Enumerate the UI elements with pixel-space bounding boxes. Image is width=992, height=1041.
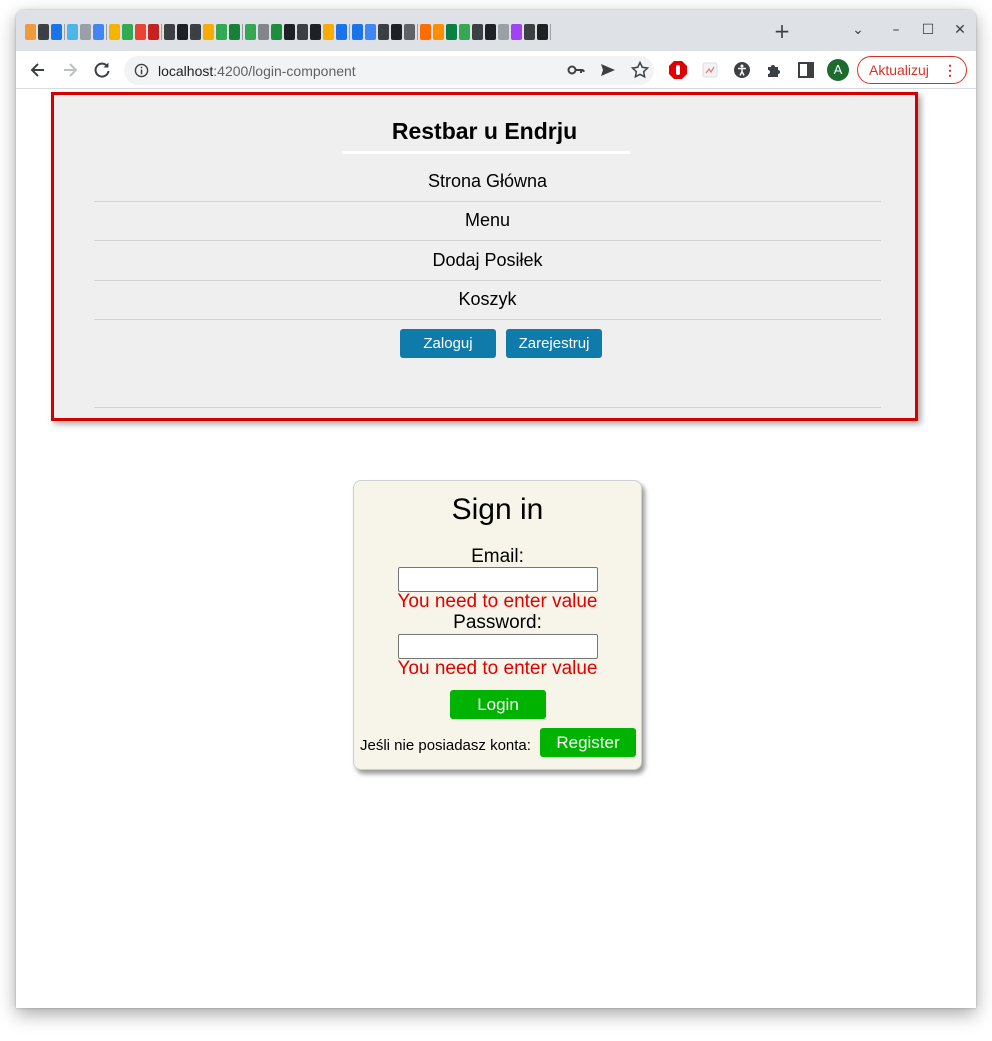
url-host: localhost: [158, 63, 214, 79]
bookmark-star-icon[interactable]: [630, 60, 650, 80]
tab-favicon[interactable]: [537, 24, 548, 40]
tab-favicon[interactable]: [190, 24, 201, 40]
adblock-extension-icon[interactable]: [668, 60, 688, 80]
tab-favicon[interactable]: [352, 24, 363, 40]
tab-favicon[interactable]: [38, 24, 49, 40]
nav-menu: Strona Główna Menu Dodaj Posiłek Koszyk: [94, 162, 881, 320]
tab-favicon[interactable]: [420, 24, 431, 40]
sign-in-title: Sign in: [451, 493, 544, 526]
tab-favicon[interactable]: [122, 24, 133, 40]
nav-item-home[interactable]: Strona Główna: [94, 162, 881, 202]
password-field[interactable]: [398, 634, 598, 659]
login-nav-button[interactable]: Zaloguj: [400, 329, 496, 358]
tab-favicon[interactable]: [80, 24, 91, 40]
tab-favicon[interactable]: [258, 24, 269, 40]
tab-favicon[interactable]: [446, 24, 457, 40]
email-field[interactable]: [398, 567, 598, 592]
tab-favicon[interactable]: [51, 24, 62, 40]
tab-favicon[interactable]: [67, 24, 78, 40]
tab-favicon[interactable]: [459, 24, 470, 40]
new-tab-button[interactable]: +: [772, 21, 792, 41]
back-arrow-icon[interactable]: [28, 60, 48, 80]
tab-favicon[interactable]: [378, 24, 389, 40]
more-menu-icon[interactable]: ⋮: [943, 57, 957, 83]
nav-item-add-meal[interactable]: Dodaj Posiłek: [94, 241, 881, 281]
tab-favicon[interactable]: [323, 24, 334, 40]
nav-item-cart[interactable]: Koszyk: [94, 281, 881, 320]
url-path: :4200/login-component: [213, 63, 356, 79]
site-brand[interactable]: Restbar u Endrju: [54, 118, 915, 145]
close-window-icon[interactable]: ✕: [950, 20, 970, 40]
tab-favicon[interactable]: [297, 24, 308, 40]
no-account-text: Jeśli nie posiadasz konta:: [360, 737, 531, 754]
site-navbar: Restbar u Endrju Strona Główna Menu Doda…: [51, 92, 918, 421]
info-icon[interactable]: [134, 63, 149, 78]
profile-avatar[interactable]: A: [827, 59, 849, 81]
tab-search-dropdown-icon[interactable]: ⌄: [848, 20, 868, 40]
nav-item-menu[interactable]: Menu: [94, 202, 881, 241]
tab-favicon[interactable]: [216, 24, 227, 40]
tab-favicon[interactable]: [109, 24, 120, 40]
url-text: localhost:4200/login-component: [158, 63, 356, 79]
tab-favicon[interactable]: [148, 24, 159, 40]
register-nav-button[interactable]: Zarejestruj: [506, 329, 602, 358]
nav-divider: [94, 407, 881, 408]
tab-favicon[interactable]: [284, 24, 295, 40]
extensions-puzzle-icon[interactable]: [764, 60, 784, 80]
pinned-tabs: [25, 22, 553, 42]
update-chrome-button[interactable]: Aktualizuj ⋮: [857, 56, 967, 84]
email-label: Email:: [471, 546, 524, 567]
page-content: Restbar u Endrju Strona Główna Menu Doda…: [16, 90, 976, 1008]
tab-favicon[interactable]: [25, 24, 36, 40]
tab-favicon[interactable]: [472, 24, 483, 40]
tab-favicon[interactable]: [365, 24, 376, 40]
side-panel-icon[interactable]: [796, 60, 816, 80]
login-button[interactable]: Login: [450, 690, 546, 719]
register-button[interactable]: Register: [540, 728, 636, 757]
tab-separator: [106, 24, 107, 40]
tab-favicon[interactable]: [177, 24, 188, 40]
tab-favicon[interactable]: [404, 24, 415, 40]
tab-favicon[interactable]: [336, 24, 347, 40]
accessibility-extension-icon[interactable]: [732, 60, 752, 80]
send-icon[interactable]: [598, 60, 618, 80]
password-error-message: You need to enter value: [397, 658, 598, 679]
password-label: Password:: [453, 612, 542, 633]
tab-strip: + ⌄ – ☐ ✕: [16, 10, 976, 51]
tab-separator: [550, 24, 551, 40]
tab-favicon[interactable]: [93, 24, 104, 40]
tab-separator: [417, 24, 418, 40]
tab-favicon[interactable]: [391, 24, 402, 40]
update-button-label: Aktualizuj: [869, 62, 929, 78]
tab-favicon[interactable]: [511, 24, 522, 40]
tab-favicon[interactable]: [310, 24, 321, 40]
tab-favicon[interactable]: [271, 24, 282, 40]
brand-underline: [342, 151, 630, 154]
tab-favicon[interactable]: [164, 24, 175, 40]
tab-favicon[interactable]: [433, 24, 444, 40]
address-bar[interactable]: localhost:4200/login-component: [124, 56, 654, 85]
key-icon[interactable]: [566, 60, 586, 80]
tab-favicon[interactable]: [498, 24, 509, 40]
auth-buttons: Zaloguj Zarejestruj: [400, 329, 602, 358]
tab-separator: [64, 24, 65, 40]
browser-toolbar: localhost:4200/login-component A Aktuali…: [16, 51, 976, 89]
tab-favicon[interactable]: [524, 24, 535, 40]
tab-favicon[interactable]: [229, 24, 240, 40]
tab-separator: [161, 24, 162, 40]
reload-icon[interactable]: [92, 60, 112, 80]
tab-favicon[interactable]: [245, 24, 256, 40]
browser-window: + ⌄ – ☐ ✕ localhost:4200/login-component: [16, 10, 976, 1008]
sign-in-card: Sign in Email: You need to enter value P…: [353, 480, 642, 770]
maximize-icon[interactable]: ☐: [918, 20, 938, 40]
tab-favicon[interactable]: [485, 24, 496, 40]
minimize-icon[interactable]: –: [886, 20, 906, 40]
tab-separator: [349, 24, 350, 40]
tab-favicon[interactable]: [203, 24, 214, 40]
tab-favicon[interactable]: [135, 24, 146, 40]
email-error-message: You need to enter value: [397, 591, 598, 612]
forward-arrow-icon[interactable]: [60, 60, 80, 80]
tab-separator: [242, 24, 243, 40]
pdf-extension-icon[interactable]: [700, 60, 720, 80]
